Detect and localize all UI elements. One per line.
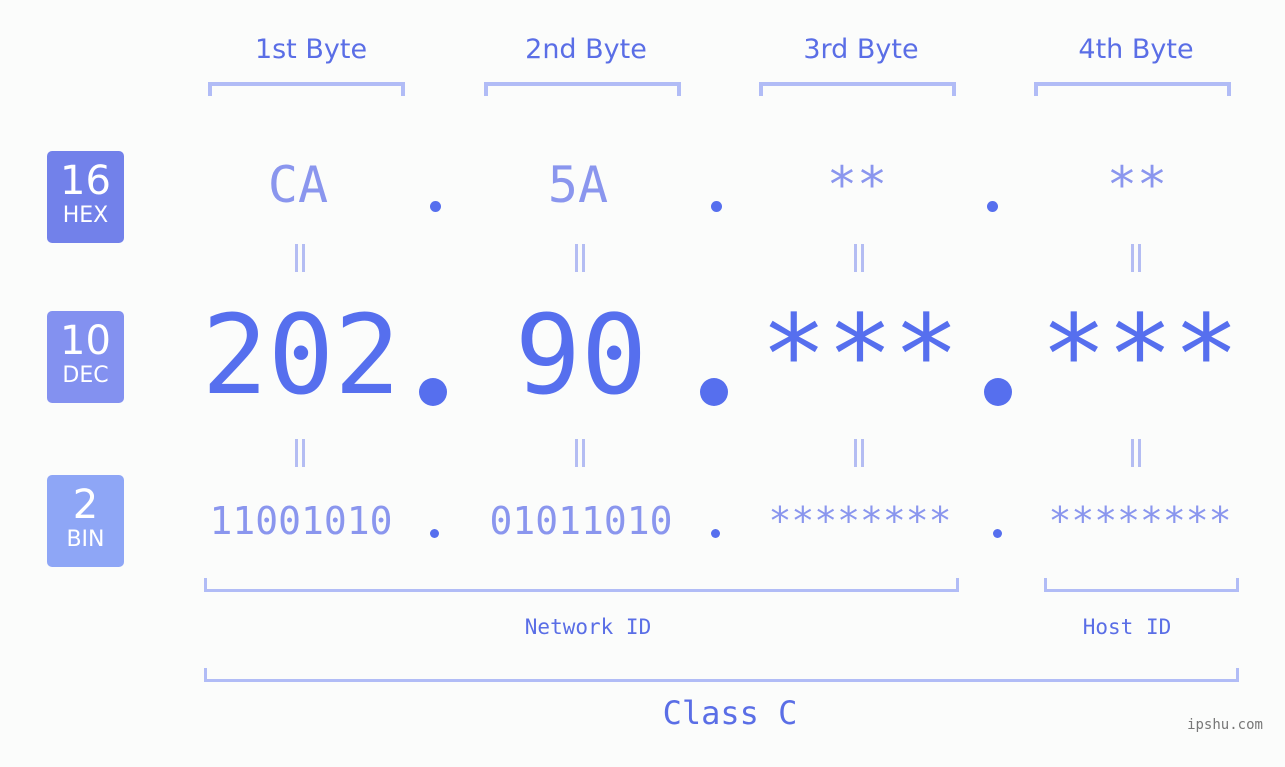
dec-separator-dot	[700, 378, 728, 406]
dec-separator-dot	[984, 378, 1012, 406]
dec-base-label: DEC	[62, 363, 109, 388]
bin-value-4: ********	[1048, 499, 1232, 543]
dec-separator-dot	[419, 378, 447, 406]
network-id-bracket	[204, 578, 959, 592]
byte-bracket-3	[759, 82, 956, 96]
byte-header-4: 4th Byte	[1078, 34, 1194, 65]
equals-sign	[1116, 242, 1156, 283]
byte-bracket-4	[1034, 82, 1231, 96]
hex-separator-dot	[711, 201, 722, 212]
hex-base-label: HEX	[62, 203, 109, 228]
byte-header-3: 3rd Byte	[803, 34, 919, 65]
bin-base-label: BIN	[66, 527, 105, 552]
equals-sign	[560, 437, 600, 478]
hex-value-2: 5A	[547, 156, 609, 214]
byte-header-2: 2nd Byte	[525, 34, 647, 65]
hex-separator-dot	[430, 201, 441, 212]
byte-bracket-2	[484, 82, 681, 96]
bin-separator-dot	[711, 529, 720, 538]
class-bracket	[204, 668, 1239, 682]
host-id-label: Host ID	[1082, 615, 1172, 639]
equals-sign	[280, 242, 320, 283]
equals-sign	[839, 242, 879, 283]
bin-separator-dot	[993, 529, 1002, 538]
dec-value-3: ***	[760, 291, 960, 419]
hex-base-number: 16	[60, 158, 111, 204]
dec-base-number: 10	[60, 318, 111, 364]
dec-value-2: 90	[514, 291, 648, 419]
byte-header-1: 1st Byte	[254, 34, 368, 65]
bin-value-3: ********	[768, 499, 952, 543]
hex-separator-dot	[987, 201, 998, 212]
watermark: ipshu.com	[1187, 717, 1263, 733]
hex-value-4: **	[1106, 156, 1168, 214]
bin-value-1: 11001010	[209, 499, 393, 543]
dec-value-4: ***	[1040, 291, 1240, 419]
byte-bracket-1	[208, 82, 405, 96]
network-id-label: Network ID	[524, 615, 652, 639]
equals-sign	[560, 242, 600, 283]
equals-sign	[839, 437, 879, 478]
dec-value-1: 202	[201, 291, 401, 419]
bin-value-2: 01011010	[489, 499, 673, 543]
hex-value-3: **	[826, 156, 888, 214]
bin-badge: 2 BIN	[47, 475, 124, 567]
equals-sign	[280, 437, 320, 478]
bin-separator-dot	[430, 529, 439, 538]
dec-badge: 10 DEC	[47, 311, 124, 403]
class-label: Class C	[662, 694, 798, 732]
bin-base-number: 2	[72, 482, 99, 528]
host-id-bracket	[1044, 578, 1239, 592]
equals-sign	[1116, 437, 1156, 478]
hex-value-1: CA	[267, 156, 329, 214]
hex-badge: 16 HEX	[47, 151, 124, 243]
